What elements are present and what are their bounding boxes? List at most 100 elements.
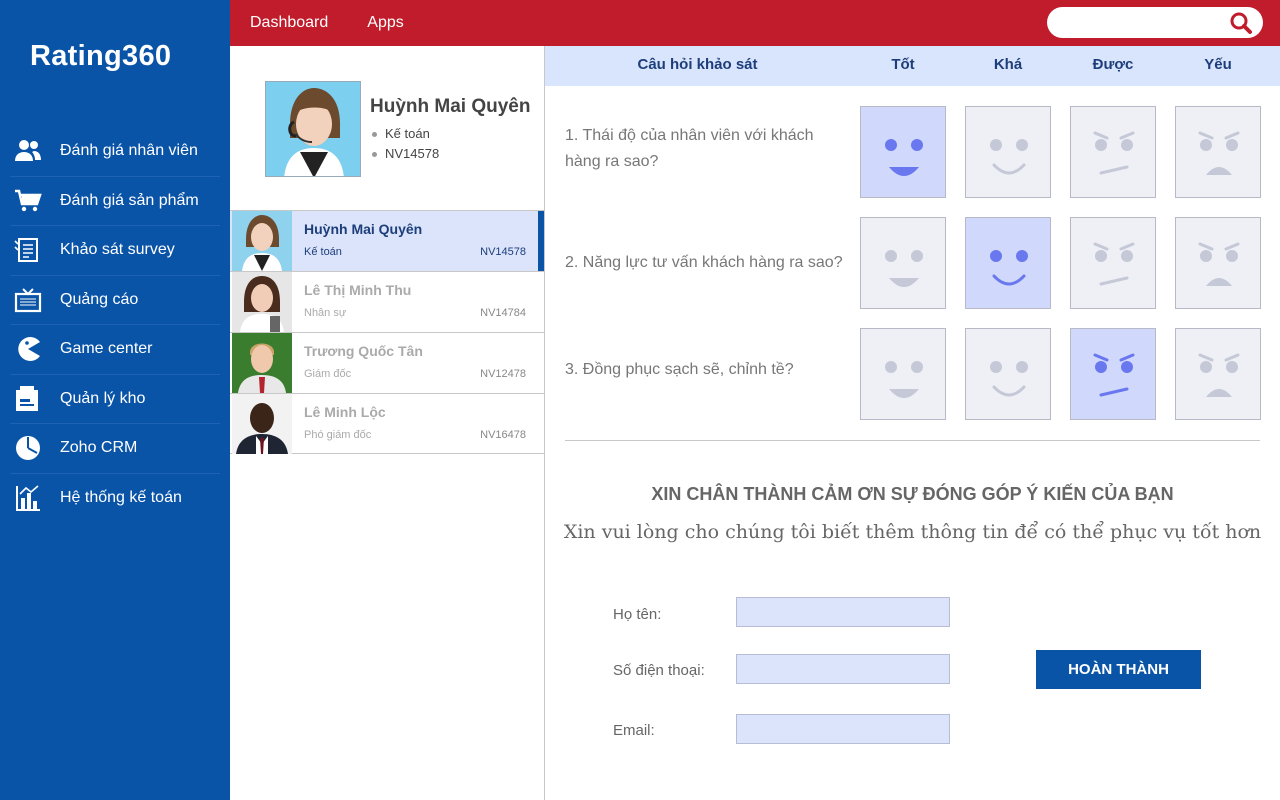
sidebar-item-label: Quản lý kho xyxy=(60,389,146,407)
rating-option-q2-tot[interactable] xyxy=(860,217,946,309)
sidebar-item-khao-sat-survey[interactable]: Khảo sát survey xyxy=(10,226,220,276)
survey-header-question: Câu hỏi khảo sát xyxy=(637,56,758,73)
face-kha-icon xyxy=(990,361,1028,397)
employee-code: NV14578 xyxy=(480,246,526,258)
email-field[interactable] xyxy=(736,714,950,744)
employee-panel: Huỳnh Mai Quyên Kế toán NV14578 Huỳnh Ma… xyxy=(230,46,545,800)
top-bar: Dashboard Apps xyxy=(230,0,1280,46)
face-tot-icon xyxy=(885,139,923,176)
avatar xyxy=(232,272,292,332)
profile-role: Kế toán xyxy=(370,124,439,144)
sidebar-item-label: Zoho CRM xyxy=(60,439,138,457)
rating-option-q1-duoc[interactable] xyxy=(1070,106,1156,198)
email-label: Email: xyxy=(613,722,655,739)
search-input[interactable] xyxy=(1061,12,1226,33)
rating-option-q3-tot[interactable] xyxy=(860,328,946,420)
sidebar-item-label: Quảng cáo xyxy=(60,290,139,308)
employee-role: Phó giám đốc xyxy=(304,429,372,441)
employee-role: Giám đốc xyxy=(304,368,352,380)
employee-role: Kế toán xyxy=(304,246,342,258)
employee-name: Huỳnh Mai Quyên xyxy=(304,221,423,237)
sidebar-item-game-center[interactable]: Game center xyxy=(10,325,220,375)
sidebar-item-label: Đánh giá nhân viên xyxy=(60,142,198,160)
survey-icon xyxy=(14,236,42,264)
face-kha-icon xyxy=(990,250,1028,286)
pacman-icon xyxy=(14,335,42,363)
face-yeu-icon xyxy=(1198,353,1240,397)
face-yeu-icon xyxy=(1198,242,1240,286)
face-yeu-icon xyxy=(1198,131,1240,175)
bar-chart-icon xyxy=(14,484,42,512)
avatar xyxy=(232,394,292,454)
rating-option-q3-duoc[interactable] xyxy=(1070,328,1156,420)
face-duoc-icon xyxy=(1093,131,1135,175)
survey-header-yeu: Yếu xyxy=(1204,56,1232,73)
tv-icon xyxy=(14,286,42,314)
sidebar-item-he-thong-ke-toan[interactable]: Hệ thống kế toán xyxy=(10,474,220,524)
cart-icon xyxy=(14,187,42,215)
pie-chart-icon xyxy=(14,434,42,462)
rating-option-q2-duoc[interactable] xyxy=(1070,217,1156,309)
users-icon xyxy=(14,137,42,165)
rating-option-q2-yeu[interactable] xyxy=(1175,217,1261,309)
question-1: 1. Thái độ của nhân viên với khách hàng … xyxy=(565,127,814,170)
face-tot-icon xyxy=(885,361,923,398)
submit-button[interactable]: HOÀN THÀNH xyxy=(1036,650,1201,689)
employee-name: Lê Thị Minh Thu xyxy=(304,282,412,298)
question-2: 2. Năng lực tư vấn khách hàng ra sao? xyxy=(565,254,843,271)
rating-option-q1-tot[interactable] xyxy=(860,106,946,198)
rating-option-q1-yeu[interactable] xyxy=(1175,106,1261,198)
nav-apps-link[interactable]: Apps xyxy=(367,14,403,32)
sidebar-item-label: Game center xyxy=(60,340,153,358)
survey-header: Câu hỏi khảo sát Tốt Khá Được Yếu xyxy=(545,46,1280,86)
phone-label: Số điện thoại: xyxy=(613,662,705,679)
face-tot-icon xyxy=(885,250,923,287)
employee-code: NV14784 xyxy=(480,307,526,319)
profile-code: NV14578 xyxy=(370,144,439,164)
warehouse-icon xyxy=(14,385,42,413)
app-logo: Rating360 xyxy=(30,40,172,72)
thanks-title: XIN CHÂN THÀNH CẢM ƠN SỰ ĐÓNG GÓP Ý KIẾN… xyxy=(651,484,1174,504)
survey-header-kha: Khá xyxy=(993,56,1023,73)
sidebar-item-label: Hệ thống kế toán xyxy=(60,489,182,507)
name-label: Họ tên: xyxy=(613,606,662,623)
rating-option-q3-kha[interactable] xyxy=(965,328,1051,420)
name-field[interactable] xyxy=(736,597,950,627)
sidebar-item-label: Đánh giá sản phẩm xyxy=(60,191,199,209)
employee-code: NV16478 xyxy=(480,429,526,441)
survey-header-tot: Tốt xyxy=(891,56,915,73)
survey-panel: Câu hỏi khảo sát Tốt Khá Được Yếu 1. Thá… xyxy=(545,46,1280,800)
avatar xyxy=(232,211,292,271)
search-box xyxy=(1047,7,1263,38)
employee-row[interactable]: Lê Minh Lộc Phó giám đốc NV16478 xyxy=(230,393,544,454)
face-duoc-icon xyxy=(1093,242,1135,286)
sidebar-item-danh-gia-san-pham[interactable]: Đánh giá sản phẩm xyxy=(10,177,220,226)
nav-dashboard-link[interactable]: Dashboard xyxy=(250,14,328,32)
sidebar-item-quang-cao[interactable]: Quảng cáo xyxy=(10,276,220,325)
employee-row[interactable]: Lê Thị Minh Thu Nhân sự NV14784 xyxy=(230,271,544,332)
rating-option-q3-yeu[interactable] xyxy=(1175,328,1261,420)
sidebar-item-danh-gia-nhan-vien[interactable]: Đánh giá nhân viên xyxy=(10,127,220,177)
employee-name: Lê Minh Lộc xyxy=(304,404,386,420)
profile-name: Huỳnh Mai Quyên xyxy=(370,96,531,117)
top-nav: Dashboard Apps xyxy=(250,0,443,46)
divider xyxy=(565,440,1260,441)
employee-name: Trương Quốc Tân xyxy=(304,343,423,359)
sidebar-item-quan-ly-kho[interactable]: Quản lý kho xyxy=(10,375,220,424)
question-3: 3. Đồng phục sạch sẽ, chỉnh tề? xyxy=(565,361,794,378)
employee-row[interactable]: Huỳnh Mai Quyên Kế toán NV14578 xyxy=(230,210,544,271)
avatar xyxy=(232,333,292,393)
sidebar: Rating360 Đánh giá nhân viên Đánh giá sả… xyxy=(0,0,230,800)
sidebar-nav: Đánh giá nhân viên Đánh giá sản phẩm Khả… xyxy=(10,127,220,523)
face-kha-icon xyxy=(990,139,1028,175)
thanks-subtitle: Xin vui lòng cho chúng tôi biết thêm thô… xyxy=(563,521,1262,543)
sidebar-item-zoho-crm[interactable]: Zoho CRM xyxy=(10,424,220,474)
rating-option-q1-kha[interactable] xyxy=(965,106,1051,198)
face-duoc-icon xyxy=(1093,353,1135,397)
search-icon[interactable] xyxy=(1229,11,1253,35)
employee-list: Huỳnh Mai Quyên Kế toán NV14578 Lê Thị M… xyxy=(230,210,544,454)
employee-code: NV12478 xyxy=(480,368,526,380)
phone-field[interactable] xyxy=(736,654,950,684)
employee-row[interactable]: Trương Quốc Tân Giám đốc NV12478 xyxy=(230,332,544,393)
rating-option-q2-kha[interactable] xyxy=(965,217,1051,309)
